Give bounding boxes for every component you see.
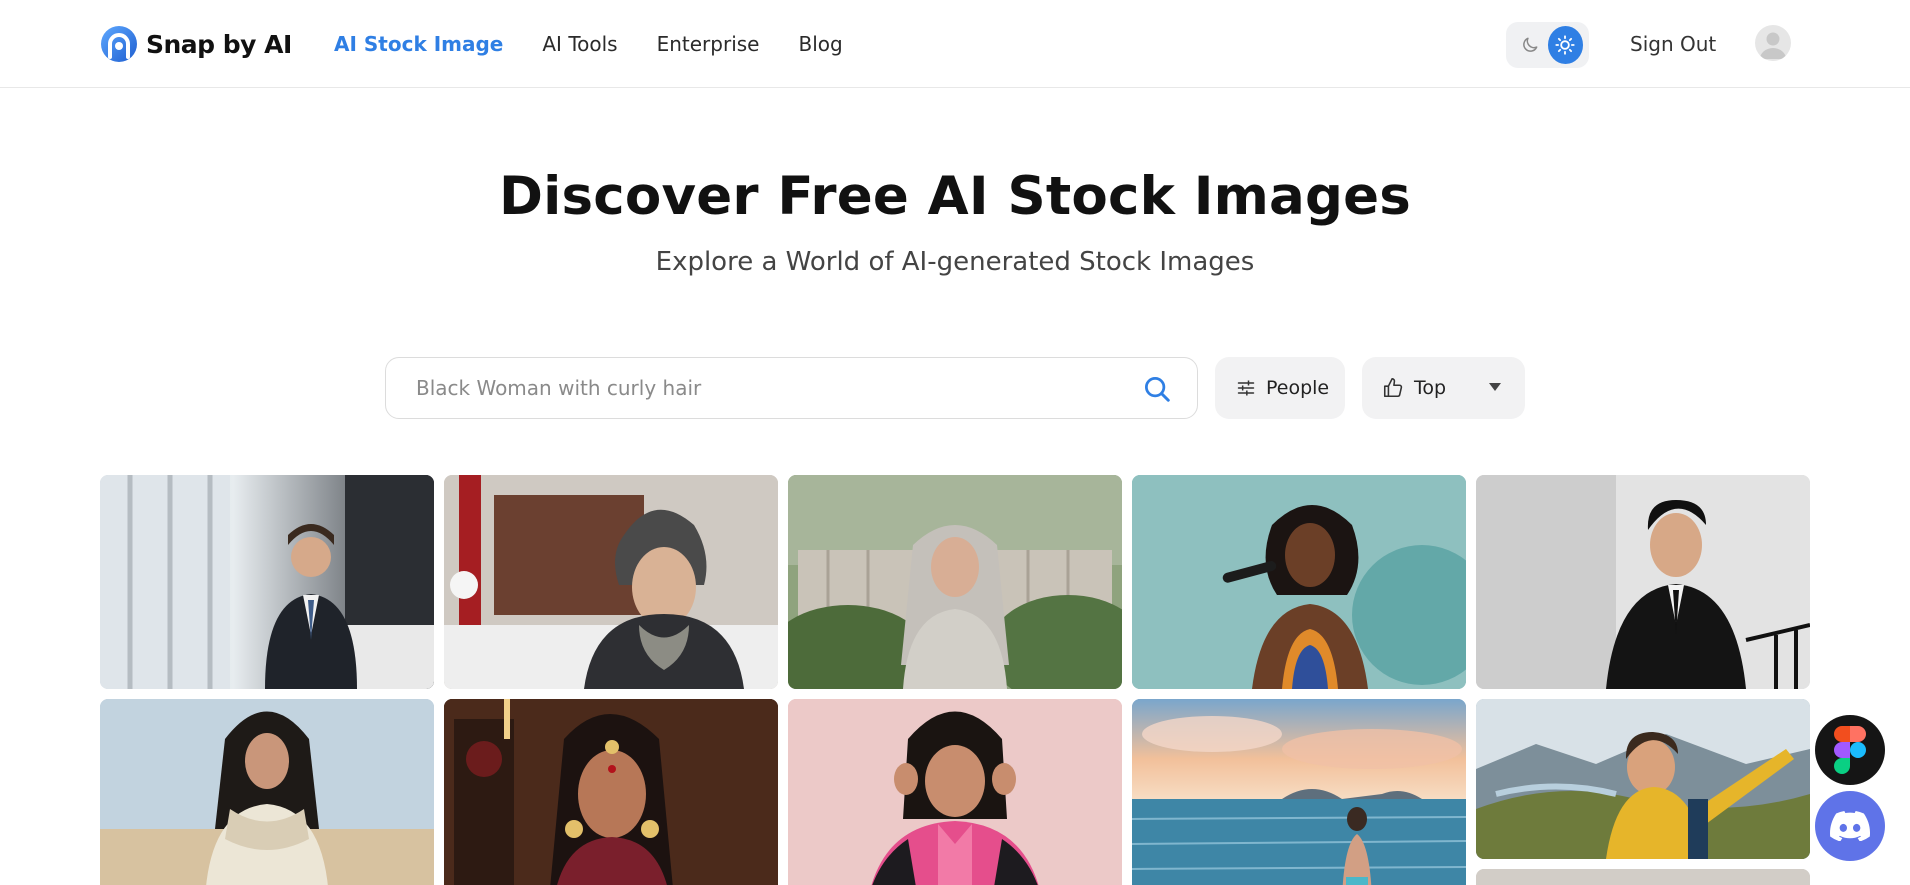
user-icon <box>1760 32 1786 59</box>
search-button[interactable] <box>1138 370 1176 408</box>
top-navbar: Snap by AI AI Stock Image AI Tools Enter… <box>0 0 1910 88</box>
brand-logo[interactable]: Snap by AI <box>100 24 292 64</box>
discord-icon <box>1830 811 1870 841</box>
moon-icon <box>1522 37 1538 52</box>
avatar[interactable] <box>1755 25 1791 61</box>
dark-mode-button[interactable] <box>1512 26 1548 64</box>
nav-item-ai-tools[interactable]: AI Tools <box>542 28 617 60</box>
chevron-down-icon <box>1489 383 1501 391</box>
category-filter-button[interactable]: People <box>1215 357 1345 419</box>
suit-man-photo <box>1476 475 1810 689</box>
sun-icon <box>1555 35 1575 55</box>
page-subtitle: Explore a World of AI-generated Stock Im… <box>655 247 1255 277</box>
mountain-hiker-photo <box>1476 699 1810 859</box>
thumbs-up-icon <box>1383 378 1403 398</box>
light-mode-button[interactable] <box>1547 26 1583 64</box>
brand-name: Snap by AI <box>146 29 292 59</box>
sort-dropdown[interactable]: Top <box>1362 357 1525 419</box>
gallery-image[interactable] <box>100 475 434 689</box>
gallery-image[interactable] <box>1476 475 1810 689</box>
snap-logo-icon <box>100 25 138 63</box>
discord-button[interactable] <box>1815 791 1885 861</box>
grey-haired-woman-photo <box>788 475 1122 689</box>
gallery-image[interactable] <box>1476 699 1810 859</box>
nav-item-enterprise[interactable]: Enterprise <box>657 28 760 60</box>
main-nav: AI Stock Image AI Tools Enterprise Blog <box>334 28 882 60</box>
nav-item-ai-stock-image[interactable]: AI Stock Image <box>334 28 503 60</box>
sort-label: Top <box>1414 377 1447 399</box>
category-filter-label: People <box>1266 377 1330 399</box>
nav-item-blog[interactable]: Blog <box>798 28 842 60</box>
figma-plugin-button[interactable] <box>1815 715 1885 785</box>
gallery-image[interactable] <box>100 699 434 885</box>
search-input[interactable] <box>416 358 1116 418</box>
gallery-image[interactable] <box>788 699 1122 885</box>
businessman-photo <box>100 475 434 689</box>
page-title: Discover Free AI Stock Images <box>498 166 1412 227</box>
infinity-pool-photo <box>1132 699 1466 885</box>
gallery-image[interactable] <box>788 475 1122 689</box>
portrait-photo <box>1476 869 1810 885</box>
snow-man-photo <box>444 475 778 689</box>
sign-out-link[interactable]: Sign Out <box>1630 28 1716 60</box>
gallery-image[interactable] <box>1132 699 1466 885</box>
sliders-icon <box>1237 380 1255 396</box>
gallery-image[interactable] <box>444 475 778 689</box>
headscarf-woman-photo <box>100 699 434 885</box>
figma-icon <box>1834 726 1866 774</box>
search-bar <box>385 357 1198 419</box>
pink-blouse-girl-photo <box>788 699 1122 885</box>
search-icon <box>1145 377 1170 402</box>
gallery-image[interactable] <box>444 699 778 885</box>
traditional-woman-photo <box>444 699 778 885</box>
singer-photo <box>1132 475 1466 689</box>
theme-toggle[interactable] <box>1506 22 1589 68</box>
gallery-image[interactable] <box>1132 475 1466 689</box>
gallery-image[interactable] <box>1476 869 1810 885</box>
